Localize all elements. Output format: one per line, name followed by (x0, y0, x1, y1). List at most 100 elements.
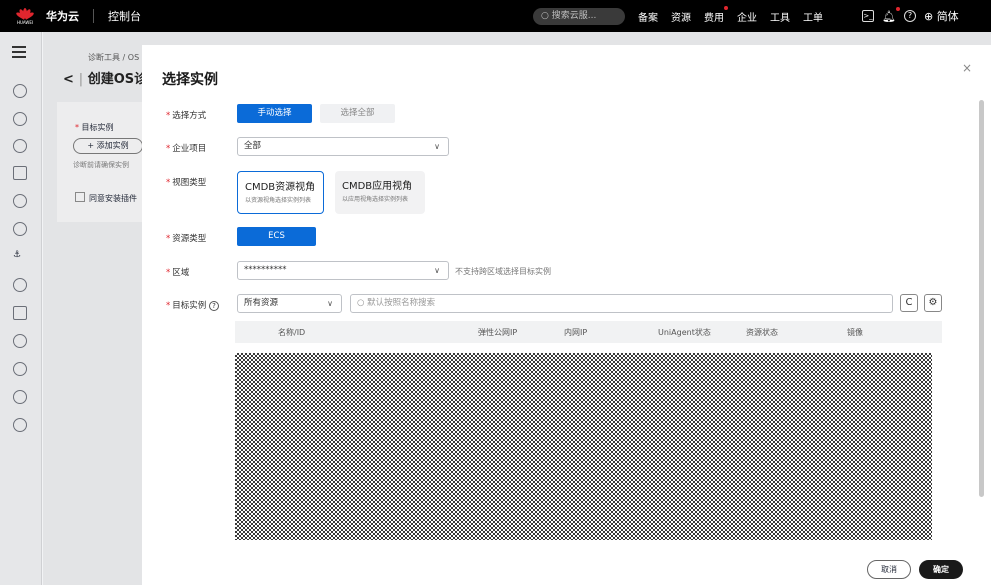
column-uniagent-status[interactable]: UniAgent状态 (658, 327, 711, 338)
nav-tools[interactable]: 工具 (770, 9, 790, 24)
target-instance-label-text: 目标实例 (172, 301, 207, 311)
column-resource-status[interactable]: 资源状态 (746, 327, 778, 338)
huawei-logo[interactable]: HUAWEI (12, 3, 38, 29)
logo-text: HUAWEI (16, 19, 34, 25)
huawei-flower-icon (15, 7, 35, 20)
chevron-down-icon: ∨ (327, 299, 333, 308)
anchor-icon[interactable]: ⚓︎ (13, 250, 27, 264)
help-icon[interactable]: ? (903, 10, 916, 22)
target-instance-label: * 目标实例 ? (166, 299, 219, 311)
bell-dot (895, 6, 900, 11)
sidebar-service-icon[interactable] (13, 84, 27, 98)
sidebar-service-icon[interactable] (13, 390, 27, 404)
view-card-subtitle: 以资源视角选择实例列表 (245, 197, 312, 204)
cloud-shell-icon[interactable]: >_ (862, 10, 874, 22)
console-link[interactable]: 控制台 (108, 8, 141, 24)
top-navbar: HUAWEI 华为云 控制台 ○ 搜索云服... 备案 资源 费用 企业 工具 … (0, 0, 991, 32)
sidebar-service-icon[interactable] (13, 194, 27, 208)
search-icon: ○ (541, 11, 552, 21)
region-select[interactable]: ********** ∨ (237, 261, 449, 280)
view-card-title: CMDB应用视角 (342, 181, 413, 192)
view-card-subtitle: 以应用视角选择实例列表 (342, 196, 409, 203)
enterprise-project-label: * 企业项目 (166, 144, 207, 154)
agree-checkbox[interactable]: 同意安装插件 (75, 192, 137, 204)
back-icon[interactable]: < (63, 72, 74, 87)
confirm-button[interactable]: 确定 (919, 560, 963, 579)
sidebar-service-icon[interactable] (13, 306, 27, 320)
add-instance-button[interactable]: + 添加实例 (73, 138, 143, 154)
sidebar-service-icon[interactable] (13, 166, 27, 180)
cmdb-application-view-card[interactable]: CMDB应用视角 以应用视角选择实例列表 (335, 171, 425, 214)
instance-table-header: 名称/ID 弹性公网IP 内网IP UniAgent状态 资源状态 镜像 (235, 321, 942, 343)
global-search-input[interactable]: ○ 搜索云服... (533, 8, 625, 25)
region-label: * 区域 (166, 268, 190, 278)
select-instance-dialog: 选择实例 × * 选择方式 手动选择 选择全部 * 企业项目 全部 ∨ * 视图类型 … (142, 45, 991, 585)
region-value: ********** (244, 265, 287, 275)
view-card-title: CMDB资源视角 (245, 182, 316, 193)
region-note: 不支持跨区域选择目标实例 (455, 267, 551, 276)
service-sidebar: ⚓︎ (0, 32, 42, 585)
globe-icon: ⊕ (923, 10, 934, 23)
help-icon[interactable]: ? (208, 301, 219, 311)
scrollbar[interactable] (979, 100, 984, 497)
select-mode-label: * 选择方式 (166, 111, 207, 121)
top-nav-icons: >_ 🔔︎ ? ⊕ 简体 (862, 0, 959, 32)
cancel-button[interactable]: 取消 (867, 560, 911, 579)
view-type-label-text: 视图类型 (172, 178, 207, 188)
resource-filter-select[interactable]: 所有资源 ∨ (237, 294, 342, 313)
nav-enterprise[interactable]: 企业 (737, 9, 757, 24)
nav-tickets[interactable]: 工单 (803, 9, 823, 24)
page-title-text: 创建OS诊 (87, 72, 148, 87)
hint-text: 诊断前请确保实例 (73, 161, 129, 169)
instance-search-input[interactable]: ○ 默认按照名称搜索 (350, 294, 893, 313)
nav-filing[interactable]: 备案 (638, 9, 658, 24)
enterprise-project-value: 全部 (244, 141, 262, 151)
ecs-button[interactable]: ECS (237, 227, 316, 246)
column-eip[interactable]: 弹性公网IP (478, 327, 517, 338)
manual-select-button[interactable]: 手动选择 (237, 104, 312, 123)
language-switch[interactable]: ⊕ 简体 (924, 8, 959, 24)
sidebar-service-icon[interactable] (13, 222, 27, 236)
column-name-id[interactable]: 名称/ID (278, 327, 305, 338)
nav-billing[interactable]: 费用 (704, 5, 728, 24)
search-placeholder: 搜索云服... (551, 11, 597, 21)
nav-billing-label: 费用 (704, 12, 724, 24)
sidebar-service-icon[interactable] (13, 362, 27, 376)
resource-type-label-text: 资源类型 (172, 234, 207, 244)
column-private-ip[interactable]: 内网IP (564, 327, 587, 338)
column-image[interactable]: 镜像 (847, 327, 863, 338)
select-all-button[interactable]: 选择全部 (320, 104, 395, 123)
dialog-title: 选择实例 (162, 72, 218, 88)
nav-resources[interactable]: 资源 (671, 9, 691, 24)
target-card: * 目标实例 + 添加实例 诊断前请确保实例 同意安装插件 (57, 102, 147, 222)
notification-dot (724, 5, 728, 10)
chevron-down-icon: ∨ (434, 142, 440, 151)
search-placeholder: 默认按照名称搜索 (367, 298, 436, 308)
language-label: 简体 (936, 10, 959, 23)
redacted-table-body (235, 353, 932, 540)
breadcrumb: 诊断工具 / OS (88, 53, 140, 62)
sidebar-service-icon[interactable] (13, 139, 27, 153)
refresh-icon[interactable]: C (900, 294, 918, 312)
target-label-text: 目标实例 (81, 123, 114, 132)
cmdb-resource-view-card[interactable]: CMDB资源视角 以资源视角选择实例列表 (237, 171, 324, 214)
region-label-text: 区域 (172, 268, 190, 278)
menu-icon[interactable] (12, 46, 26, 61)
select-mode-label-text: 选择方式 (172, 111, 207, 121)
bell-icon[interactable]: 🔔︎ (882, 6, 900, 23)
search-icon: ○ (357, 298, 368, 308)
divider (93, 9, 94, 23)
page-title: < | 创建OS诊 (63, 72, 148, 87)
sidebar-service-icon[interactable] (13, 112, 27, 126)
enterprise-project-select[interactable]: 全部 ∨ (237, 137, 449, 156)
resource-type-label: * 资源类型 (166, 234, 207, 244)
close-icon[interactable]: × (962, 61, 972, 75)
sidebar-service-icon[interactable] (13, 334, 27, 348)
chevron-down-icon: ∨ (434, 266, 440, 275)
sidebar-service-icon[interactable] (13, 278, 27, 292)
brand-name[interactable]: 华为云 (46, 8, 79, 24)
settings-icon[interactable]: ⚙ (924, 294, 942, 312)
top-nav-items: 备案 资源 费用 企业 工具 工单 (638, 0, 823, 32)
sidebar-service-icon[interactable] (13, 418, 27, 432)
resource-filter-value: 所有资源 (244, 298, 279, 308)
